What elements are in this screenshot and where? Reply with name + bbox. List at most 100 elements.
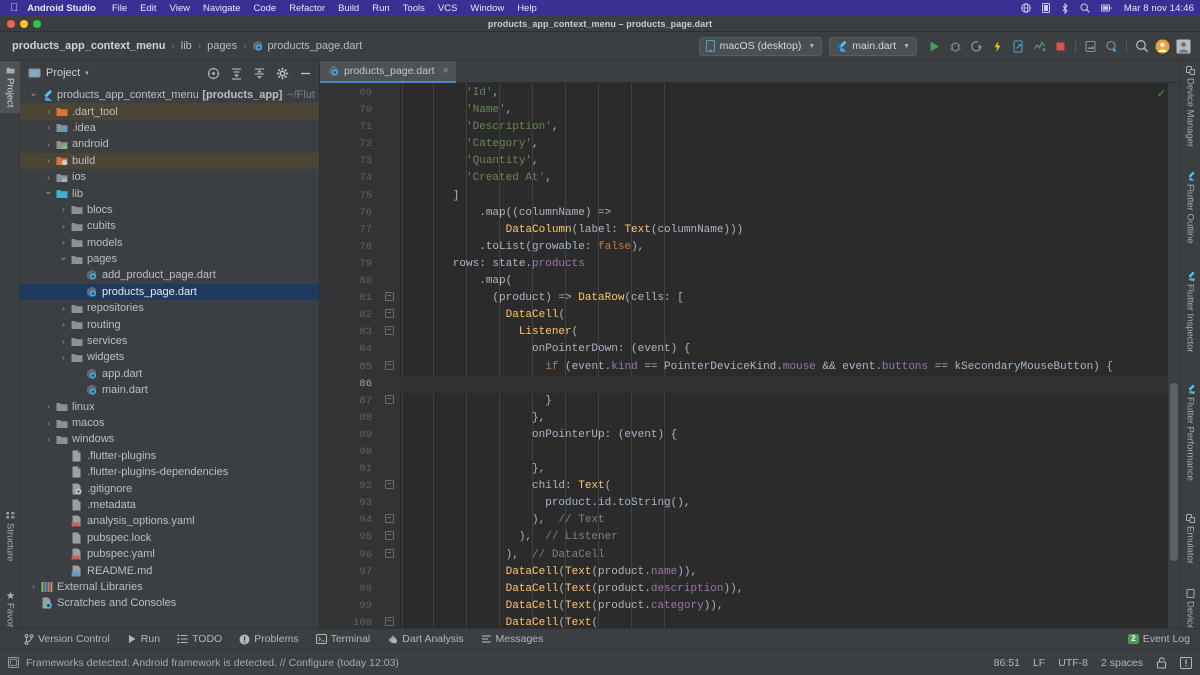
globe-icon[interactable] bbox=[1021, 3, 1031, 13]
account-avatar-icon[interactable] bbox=[1153, 37, 1172, 56]
code-line[interactable]: if (event.kind == PointerDeviceKind.mous… bbox=[400, 359, 1180, 376]
close-window-button[interactable] bbox=[7, 20, 15, 28]
chevron-right-icon[interactable]: › bbox=[58, 337, 69, 346]
unlocked-icon[interactable] bbox=[1156, 656, 1167, 669]
sidebar-item-flutter-outline[interactable]: Flutter Outline bbox=[1180, 166, 1200, 249]
code-editor[interactable]: 69 70 71 72 73 74 75 76 77 78 79 80 81 82 83 84 85 86 87 88… bbox=[320, 83, 1180, 641]
code-content[interactable]: 'Id', 'Name', 'Description', 'Category',… bbox=[400, 83, 1180, 641]
code-line[interactable]: 'Category', bbox=[400, 136, 1180, 153]
code-line[interactable]: } bbox=[400, 393, 1180, 410]
debug-icon[interactable] bbox=[946, 37, 965, 56]
apple-logo-icon[interactable]:  bbox=[10, 2, 18, 14]
menu-item-view[interactable]: View bbox=[170, 3, 190, 14]
tree-item-flutter-plugins-dependencies[interactable]: .flutter-plugins-dependencies bbox=[20, 464, 319, 480]
sidebar-item-structure[interactable]: Structure bbox=[0, 506, 20, 567]
fold-marker-icon[interactable]: − bbox=[378, 322, 400, 339]
line-number[interactable]: 78 bbox=[320, 239, 378, 256]
code-line[interactable]: onPointerUp: (event) { bbox=[400, 427, 1180, 444]
menu-item-tools[interactable]: Tools bbox=[403, 3, 425, 14]
file-encoding[interactable]: UTF-8 bbox=[1058, 657, 1088, 669]
chevron-right-icon[interactable]: › bbox=[58, 304, 69, 313]
code-line[interactable]: }, bbox=[400, 461, 1180, 478]
menu-item-vcs[interactable]: VCS bbox=[438, 3, 458, 14]
code-line[interactable]: rows: state.products bbox=[400, 256, 1180, 273]
menu-app-name[interactable]: Android Studio bbox=[27, 3, 96, 14]
flutter-devtools-icon[interactable] bbox=[1009, 37, 1028, 56]
line-number[interactable]: 94 bbox=[320, 512, 378, 529]
inspection-status-icon[interactable]: ✓ bbox=[1157, 87, 1166, 100]
menu-item-file[interactable]: File bbox=[112, 3, 127, 14]
code-line[interactable] bbox=[400, 375, 1180, 393]
line-number[interactable]: 81 bbox=[320, 290, 378, 307]
tree-item-gitignore[interactable]: .gitignore bbox=[20, 480, 319, 496]
line-number[interactable]: 70 bbox=[320, 102, 378, 119]
run-configuration-combo[interactable]: main.dart ▼ bbox=[829, 36, 917, 56]
line-number[interactable]: 69 bbox=[320, 85, 378, 102]
line-number[interactable]: 90 bbox=[320, 444, 378, 461]
tree-item-flutter-plugins[interactable]: .flutter-plugins bbox=[20, 448, 319, 464]
chevron-down-icon[interactable]: ⌄ bbox=[58, 252, 69, 263]
device-screenshot-icon[interactable] bbox=[1081, 37, 1100, 56]
sidebar-item-flutter-inspector[interactable]: Flutter Inspector bbox=[1180, 266, 1200, 358]
tree-item-services[interactable]: › services bbox=[20, 333, 319, 349]
line-number[interactable]: 93 bbox=[320, 495, 378, 512]
tree-item-readme-md[interactable]: README.md bbox=[20, 562, 319, 578]
tree-item-analysis-options-yaml[interactable]: analysis_options.yaml bbox=[20, 513, 319, 529]
fold-marker-icon[interactable]: − bbox=[378, 510, 400, 527]
profile-icon[interactable] bbox=[1030, 37, 1049, 56]
chevron-right-icon[interactable]: › bbox=[58, 353, 69, 362]
sidebar-item-device-manager[interactable]: Device Manager bbox=[1180, 61, 1200, 152]
status-message[interactable]: Frameworks detected: Android framework i… bbox=[26, 657, 399, 669]
fold-marker-icon[interactable]: − bbox=[378, 476, 400, 493]
bottom-item-version-control[interactable]: Version Control bbox=[24, 633, 110, 645]
collapse-all-icon[interactable] bbox=[250, 64, 268, 82]
chevron-right-icon[interactable]: › bbox=[43, 140, 54, 149]
code-line[interactable]: 'Name', bbox=[400, 102, 1180, 119]
tree-item-pages[interactable]: ⌄ pages bbox=[20, 251, 319, 267]
settings-avatar-icon[interactable] bbox=[1174, 37, 1193, 56]
chevron-right-icon[interactable]: › bbox=[58, 205, 69, 214]
project-tree[interactable]: ⌄ products_app_context_menu [products_app]… bbox=[20, 85, 319, 641]
line-number[interactable]: 75 bbox=[320, 188, 378, 205]
tree-item-scratches-and-consoles[interactable]: Scratches and Consoles bbox=[20, 595, 319, 611]
line-number[interactable]: 72 bbox=[320, 136, 378, 153]
menu-clock[interactable]: Mar 8 nov 14:46 bbox=[1124, 3, 1194, 14]
chevron-right-icon[interactable]: › bbox=[43, 123, 54, 132]
menu-item-help[interactable]: Help bbox=[517, 3, 537, 14]
tree-item-pubspec-yaml[interactable]: pubspec.yaml bbox=[20, 546, 319, 562]
event-log-button[interactable]: 2 Event Log bbox=[1128, 633, 1190, 645]
line-number[interactable]: 76 bbox=[320, 205, 378, 222]
control-center-icon[interactable] bbox=[1100, 4, 1112, 13]
tree-item-ios[interactable]: › ios bbox=[20, 169, 319, 185]
line-number[interactable]: 74 bbox=[320, 170, 378, 187]
tree-item-cubits[interactable]: › cubits bbox=[20, 218, 319, 234]
line-number[interactable]: 83 bbox=[320, 324, 378, 341]
line-number[interactable]: 91 bbox=[320, 461, 378, 478]
line-number[interactable]: 88 bbox=[320, 410, 378, 427]
run-coverage-icon[interactable] bbox=[967, 37, 986, 56]
tree-item-routing[interactable]: › routing bbox=[20, 316, 319, 332]
line-number[interactable]: 71 bbox=[320, 119, 378, 136]
code-line[interactable]: .map( bbox=[400, 273, 1180, 290]
tree-item-android[interactable]: › android bbox=[20, 136, 319, 152]
tree-item-pubspec-lock[interactable]: pubspec.lock bbox=[20, 530, 319, 546]
breadcrumb-folder[interactable]: lib bbox=[181, 40, 192, 52]
code-line[interactable]: ), // Listener bbox=[400, 529, 1180, 546]
bottom-item-todo[interactable]: TODO bbox=[177, 633, 222, 645]
fold-marker-icon[interactable]: − bbox=[378, 527, 400, 544]
line-number[interactable]: 98 bbox=[320, 581, 378, 598]
search-icon[interactable] bbox=[1080, 3, 1090, 13]
line-number[interactable]: 99 bbox=[320, 598, 378, 615]
tree-item-windows[interactable]: › windows bbox=[20, 431, 319, 447]
tree-item-products-page-dart[interactable]: products_page.dart bbox=[20, 283, 319, 301]
tree-item-dart-tool[interactable]: › .dart_tool bbox=[20, 103, 319, 120]
fold-gutter[interactable]: −−−−−−−−−−− bbox=[378, 83, 400, 641]
battery-icon[interactable] bbox=[1041, 3, 1050, 13]
settings-gear-icon[interactable] bbox=[273, 64, 291, 82]
line-number[interactable]: 87 bbox=[320, 393, 378, 410]
line-number[interactable]: 97 bbox=[320, 564, 378, 581]
status-message-group[interactable]: Frameworks detected: Android framework i… bbox=[8, 657, 399, 669]
line-number[interactable]: 96 bbox=[320, 547, 378, 564]
line-number[interactable]: 77 bbox=[320, 222, 378, 239]
breadcrumb-subfolder[interactable]: pages bbox=[207, 40, 237, 52]
